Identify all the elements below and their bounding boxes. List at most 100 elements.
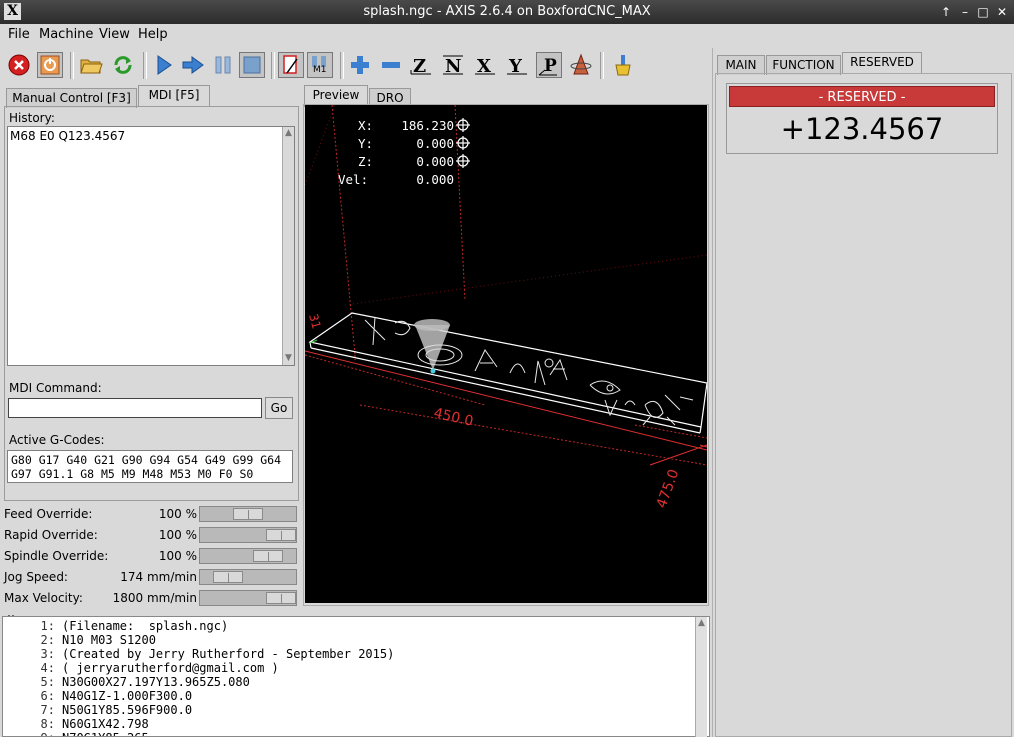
dro-y-label: Y: <box>358 136 374 151</box>
spindle-override-slider-handle[interactable] <box>253 550 283 562</box>
open-file-icon[interactable] <box>78 52 104 78</box>
gcode-line-text: (Created by Jerry Rutherford - September… <box>62 647 395 661</box>
rapid-override-slider[interactable] <box>199 527 297 543</box>
tab-reserved[interactable]: RESERVED <box>842 52 922 74</box>
gcode-line-number: 9: <box>3 731 55 736</box>
rapid-override-slider-handle[interactable] <box>266 529 296 541</box>
max-velocity-slider-handle[interactable] <box>266 592 296 604</box>
gcode-line[interactable]: 7: N50G1Y85.596F900.0 <box>3 703 193 717</box>
homed-icons <box>456 118 470 168</box>
gcode-line[interactable]: 6: N40G1Z-1.000F300.0 <box>3 689 193 703</box>
optional-stop-label: M1 <box>313 65 327 75</box>
zoom-in-icon[interactable] <box>347 52 373 78</box>
history-scrollbar[interactable]: ▲ ▼ <box>282 127 294 365</box>
gcode-line[interactable]: 4: ( jerryarutherford@gmail.com ) <box>3 661 279 675</box>
jog-speed-value: 174 mm/min <box>120 570 197 584</box>
gcode-listing[interactable]: 1: (Filename: splash.ngc) 2: N10 M03 S1200 3… <box>2 616 710 737</box>
menu-view[interactable]: View <box>99 27 130 42</box>
feed-override-slider-handle[interactable] <box>233 508 263 520</box>
tab-mdi[interactable]: MDI [F5] <box>138 85 210 107</box>
pause-icon[interactable] <box>210 52 236 78</box>
dim-depth-label: 475.0 <box>654 467 683 510</box>
dim-width-label: 450.0 <box>432 405 475 430</box>
view-z-icon[interactable]: Z <box>408 52 434 78</box>
active-gcodes-label: Active G-Codes: <box>9 433 105 447</box>
reserved-panel <box>715 73 1012 737</box>
preview-canvas[interactable]: 450.0 475.0 31 X: 186.230 Y: 0.000 Z: 0.… <box>305 105 707 603</box>
reload-icon[interactable] <box>110 52 136 78</box>
dro-x-value: 186.230 <box>401 118 454 133</box>
window-title: splash.ngc - AXIS 2.6.4 on BoxfordCNC_MA… <box>363 4 651 19</box>
scroll-up-icon[interactable]: ▲ <box>696 618 707 629</box>
view-z2-icon[interactable]: N <box>440 52 466 78</box>
minimize-icon[interactable]: ↑ <box>938 4 954 20</box>
toolbar-separator <box>143 52 147 79</box>
feed-override-value: 100 % <box>158 507 197 521</box>
feed-override-slider[interactable] <box>199 506 297 522</box>
gcode-line-number: 6: <box>40 689 55 703</box>
gcode-line-text: N40G1Z-1.000F300.0 <box>62 689 193 703</box>
dro-vel-value: 0.000 <box>416 172 454 187</box>
menu-machine[interactable]: Machine <box>39 27 93 42</box>
tab-function[interactable]: FUNCTION <box>766 55 841 75</box>
gcode-line-text: N70G1Y85.265 <box>62 731 149 736</box>
view-y-icon[interactable]: Y <box>504 52 530 78</box>
step-icon[interactable] <box>180 52 206 78</box>
max-velocity-value: 1800 mm/min <box>112 591 197 605</box>
history-item[interactable]: M68 E0 Q123.4567 <box>10 129 125 143</box>
gcode-line[interactable]: 8: N60G1X42.798 <box>3 717 149 731</box>
toggle-rotate-icon[interactable] <box>568 52 594 78</box>
view-perspective-icon[interactable]: P <box>536 52 562 78</box>
mdi-command-input[interactable] <box>8 398 262 418</box>
estop-button[interactable] <box>6 52 32 78</box>
window-titlebar[interactable]: X splash.ngc - AXIS 2.6.4 on BoxfordCNC_… <box>0 0 1014 24</box>
spindle-override-slider[interactable] <box>199 548 297 564</box>
gcode-line[interactable]: 9: N70G1Y85.265 <box>3 731 149 736</box>
gcode-line[interactable]: 2: N10 M03 S1200 <box>3 633 156 647</box>
dim-side-label: 31 <box>306 312 323 330</box>
dro-z-value: 0.000 <box>416 154 454 169</box>
stop-icon[interactable] <box>239 52 265 78</box>
gcode-line[interactable]: 5: N30G00X27.197Y13.965Z5.080 <box>3 675 250 689</box>
machine-power-button[interactable] <box>37 52 63 78</box>
scroll-up-icon[interactable]: ▲ <box>283 128 294 139</box>
gcode-line-number: 7: <box>40 703 55 717</box>
history-label: History: <box>9 111 55 125</box>
view-x-icon[interactable]: X <box>472 52 498 78</box>
max-velocity-label: Max Velocity: <box>4 591 83 605</box>
close-window-icon[interactable]: ✕ <box>994 4 1010 20</box>
gcode-line[interactable]: 3: (Created by Jerry Rutherford - Septemb… <box>3 647 395 661</box>
scroll-down-icon[interactable]: ▼ <box>283 353 294 364</box>
gcode-line-text: (Filename: splash.ngc) <box>62 619 229 633</box>
jog-speed-slider[interactable] <box>199 569 297 585</box>
history-list[interactable]: M68 E0 Q123.4567 ▲ ▼ <box>7 126 295 366</box>
optional-stop-icon[interactable]: M1 <box>307 52 333 78</box>
menu-file[interactable]: File <box>8 27 30 42</box>
menu-help[interactable]: Help <box>138 27 168 42</box>
jog-speed-slider-handle[interactable] <box>213 571 243 583</box>
toolbar-separator <box>70 52 74 79</box>
gcode-line-number: 1: <box>40 619 55 633</box>
active-gcodes-line: G80 G17 G40 G21 G90 G94 G54 G49 G99 G64 <box>11 453 282 467</box>
gcode-line[interactable]: 1: (Filename: splash.ngc) <box>3 619 229 633</box>
dro-y-value: 0.000 <box>416 136 454 151</box>
run-icon[interactable] <box>151 52 177 78</box>
maximize-icon[interactable]: □ <box>975 4 991 20</box>
gcode-line-number: 2: <box>40 633 55 647</box>
gcode-line-number: 3: <box>40 647 55 661</box>
svg-text:P: P <box>544 56 557 76</box>
pane-splitter-handle[interactable] <box>8 608 16 617</box>
tab-manual-control[interactable]: Manual Control [F3] <box>6 88 137 108</box>
go-button[interactable]: Go <box>265 397 293 419</box>
gcode-scrollbar[interactable]: ▲ <box>695 617 707 737</box>
clear-backplot-icon[interactable] <box>610 52 636 78</box>
restore-icon[interactable]: – <box>957 4 973 20</box>
zoom-out-icon[interactable] <box>378 52 404 78</box>
block-delete-icon[interactable] <box>278 52 304 78</box>
gcode-line-text: N60G1X42.798 <box>62 717 149 731</box>
toolbar-separator <box>600 52 604 79</box>
jog-speed-label: Jog Speed: <box>4 570 68 584</box>
toolbar-separator <box>271 52 275 79</box>
max-velocity-slider[interactable] <box>199 590 297 606</box>
tab-main[interactable]: MAIN <box>717 55 765 75</box>
